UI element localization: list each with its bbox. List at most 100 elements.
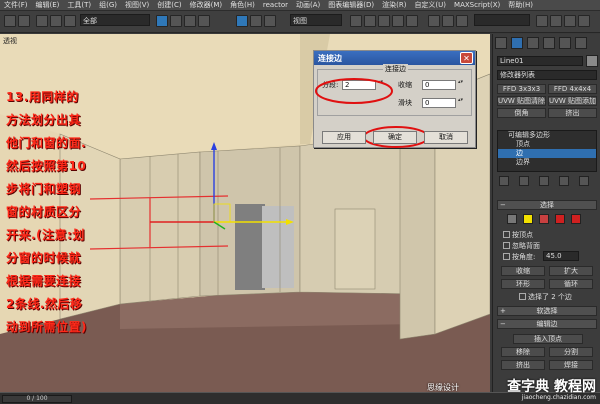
select-by-name-icon[interactable] — [170, 15, 182, 27]
spinner-snap-icon[interactable] — [406, 15, 418, 27]
dialog-title: 连接边 — [318, 54, 342, 63]
material-editor-icon[interactable] — [550, 15, 562, 27]
element-mode-icon[interactable] — [571, 214, 581, 224]
close-icon[interactable]: ✕ — [460, 52, 473, 64]
stack-item-edge[interactable]: 边 — [498, 149, 596, 158]
reference-coordinate-dropdown[interactable]: 视图 — [290, 14, 342, 26]
apply-button[interactable]: 应用 — [322, 131, 366, 144]
selection-filter-dropdown[interactable]: 全部 — [80, 14, 150, 26]
extrude-button[interactable]: 挤出 — [501, 360, 545, 370]
menu-maxscript[interactable]: MAXScript(X) — [450, 1, 504, 9]
selection-rollout-header[interactable]: − 选择 — [497, 200, 597, 210]
stack-item-border[interactable]: 边界 — [498, 158, 596, 167]
weld-button[interactable]: 焊接 — [549, 360, 593, 370]
render-setup-icon[interactable] — [564, 15, 576, 27]
select-and-move-icon[interactable] — [236, 15, 248, 27]
align-icon[interactable] — [442, 15, 454, 27]
ring-button[interactable]: 环形 — [501, 279, 545, 289]
segments-spinner[interactable]: 2 — [342, 80, 384, 90]
split-button[interactable]: 分割 — [549, 347, 593, 357]
link-icon[interactable] — [36, 15, 48, 27]
modify-tab-icon[interactable] — [511, 37, 523, 49]
ignore-backfacing-checkbox[interactable]: 忽略背面 — [503, 241, 540, 251]
edge-mode-icon[interactable] — [523, 214, 533, 224]
curve-editor-icon[interactable] — [536, 15, 548, 27]
window-crossing-icon[interactable] — [198, 15, 210, 27]
insert-vertex-button[interactable]: 插入顶点 — [513, 334, 583, 344]
angle-snap-icon[interactable] — [378, 15, 390, 27]
command-panel: Line01 修改器列表 FFD 3x3x3 FFD 4x4x4 UVW 贴图清… — [492, 34, 600, 392]
display-tab-icon[interactable] — [559, 37, 571, 49]
modifier-list-dropdown[interactable]: 修改器列表 — [497, 70, 597, 80]
layer-manager-icon[interactable] — [456, 15, 468, 27]
object-name-field[interactable]: Line01 — [497, 56, 583, 66]
cancel-button[interactable]: 取消 — [424, 131, 468, 144]
menu-customize[interactable]: 自定义(U) — [410, 0, 450, 10]
mirror-icon[interactable] — [428, 15, 440, 27]
undo-icon[interactable] — [4, 15, 16, 27]
vertex-mode-icon[interactable] — [507, 214, 517, 224]
stack-item-editable-poly[interactable]: 可编辑多边形 — [498, 131, 596, 140]
grow-button[interactable]: 扩大 — [549, 266, 593, 276]
menu-animation[interactable]: 动画(A) — [292, 0, 324, 10]
uvw-clear-button[interactable]: UVW 贴图清除 — [497, 96, 546, 106]
menu-modifiers[interactable]: 修改器(M) — [186, 0, 227, 10]
viewport-label[interactable]: 透视 — [3, 36, 17, 46]
object-color-swatch[interactable] — [586, 55, 598, 67]
configure-sets-icon[interactable] — [579, 176, 589, 186]
percent-snap-icon[interactable] — [392, 15, 404, 27]
uvw-add-button[interactable]: UVW 贴图添加 — [548, 96, 597, 106]
by-angle-checkbox[interactable]: 按角度: — [503, 252, 535, 262]
edit-edges-rollout-header[interactable]: − 编辑边 — [497, 319, 597, 329]
select-and-rotate-icon[interactable] — [250, 15, 262, 27]
hierarchy-tab-icon[interactable] — [527, 37, 539, 49]
remove-modifier-icon[interactable] — [559, 176, 569, 186]
menu-group[interactable]: 组(G) — [95, 0, 121, 10]
menu-graph-editors[interactable]: 图表编辑器(D) — [324, 0, 378, 10]
pinch-spinner[interactable]: 0 — [422, 80, 464, 90]
show-end-result-icon[interactable] — [519, 176, 529, 186]
menu-tools[interactable]: 工具(T) — [63, 0, 95, 10]
rectangle-selection-icon[interactable] — [184, 15, 196, 27]
stack-item-vertex[interactable]: 顶点 — [498, 140, 596, 149]
polygon-mode-icon[interactable] — [555, 214, 565, 224]
loop-button[interactable]: 循环 — [549, 279, 593, 289]
ok-button[interactable]: 确定 — [373, 131, 417, 144]
extrude-modifier-button[interactable]: 挤出 — [548, 108, 597, 118]
pin-stack-icon[interactable] — [499, 176, 509, 186]
menu-character[interactable]: 角色(H) — [226, 0, 259, 10]
menu-create[interactable]: 创建(C) — [153, 0, 185, 10]
pivot-center-icon[interactable] — [350, 15, 362, 27]
named-selection-sets-dropdown[interactable] — [474, 14, 530, 26]
by-vertex-checkbox[interactable]: 按顶点 — [503, 230, 533, 240]
bind-spacewarp-icon[interactable] — [64, 15, 76, 27]
note-line: 窗的材质区分 — [6, 205, 82, 219]
menu-rendering[interactable]: 渲染(R) — [378, 0, 410, 10]
menu-views[interactable]: 视图(V) — [121, 0, 153, 10]
shrink-button[interactable]: 收缩 — [501, 266, 545, 276]
menu-reactor[interactable]: reactor — [259, 1, 292, 9]
menu-file[interactable]: 文件(F) — [0, 0, 32, 10]
bevel-button[interactable]: 倒角 — [497, 108, 546, 118]
remove-button[interactable]: 移除 — [501, 347, 545, 357]
ffd-4x4-button[interactable]: FFD 4x4x4 — [548, 84, 597, 94]
angle-spinner[interactable]: 45.0 — [543, 251, 579, 261]
menu-edit[interactable]: 编辑(E) — [32, 0, 64, 10]
slide-spinner[interactable]: 0 — [422, 98, 464, 108]
ffd-3x3-button[interactable]: FFD 3x3x3 — [497, 84, 546, 94]
dialog-title-bar[interactable]: 连接边 ✕ — [314, 51, 475, 65]
select-and-scale-icon[interactable] — [264, 15, 276, 27]
unlink-icon[interactable] — [50, 15, 62, 27]
select-object-icon[interactable] — [156, 15, 168, 27]
redo-icon[interactable] — [18, 15, 30, 27]
border-mode-icon[interactable] — [539, 214, 549, 224]
menu-help[interactable]: 帮助(H) — [504, 0, 537, 10]
quick-render-icon[interactable] — [578, 15, 590, 27]
make-unique-icon[interactable] — [539, 176, 549, 186]
snap-toggle-icon[interactable] — [364, 15, 376, 27]
time-slider[interactable]: 0 / 100 — [2, 395, 72, 403]
motion-tab-icon[interactable] — [543, 37, 555, 49]
create-tab-icon[interactable] — [495, 37, 507, 49]
utilities-tab-icon[interactable] — [575, 37, 587, 49]
soft-selection-rollout-header[interactable]: + 软选择 — [497, 306, 597, 316]
